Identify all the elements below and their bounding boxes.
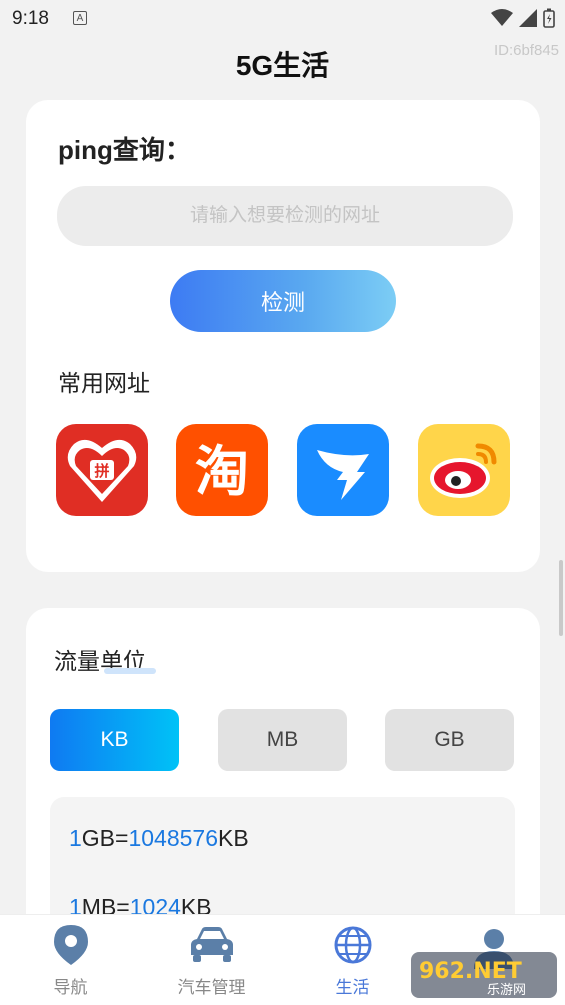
ping-title: ping查询： xyxy=(58,135,191,165)
svg-text:拼: 拼 xyxy=(94,462,109,480)
signal-icon xyxy=(519,9,537,27)
svg-text:淘: 淘 xyxy=(195,440,249,503)
conversion-row-gb: 1GB=1048576KB xyxy=(69,825,249,852)
nav-label: 生活 xyxy=(335,978,370,997)
globe-icon xyxy=(334,926,371,964)
traffic-card: 流量单位 KB MB GB 1GB=1048576KB 1MB=1024KB xyxy=(26,608,540,997)
nav-item-car-management[interactable]: 汽车管理 xyxy=(141,915,282,1005)
title-underline xyxy=(104,668,156,674)
pinduoduo-icon[interactable]: 拼 xyxy=(56,424,148,516)
common-sites-title: 常用网址 xyxy=(58,370,150,396)
battery-icon xyxy=(543,8,555,28)
dingtalk-icon[interactable] xyxy=(297,424,389,516)
car-icon xyxy=(190,927,233,962)
watermark-subtext: 乐游网 xyxy=(487,983,526,998)
watermark-text: 962.NET xyxy=(419,959,522,984)
user-id-label: ID:6bf845 xyxy=(493,42,559,59)
nav-item-life[interactable]: 生活 xyxy=(282,915,423,1005)
page-title: 5G生活 xyxy=(235,50,330,81)
url-input[interactable] xyxy=(57,186,513,246)
status-icons xyxy=(491,8,555,28)
notification-icon: A xyxy=(73,11,87,25)
scrollbar[interactable] xyxy=(559,560,563,636)
unit-mb-button[interactable]: MB xyxy=(218,709,347,771)
ping-card: ping查询： 检测 常用网址 拼 淘 xyxy=(26,100,540,572)
nav-item-navigation[interactable]: 导航 xyxy=(0,915,141,1005)
unit-gb-button[interactable]: GB xyxy=(385,709,514,771)
status-bar: 9:18 A xyxy=(0,0,565,36)
nav-label: 汽车管理 xyxy=(177,978,246,997)
wifi-icon xyxy=(491,9,513,26)
weibo-icon[interactable] xyxy=(418,424,510,516)
conversion-lhs-unit: GB= xyxy=(81,825,129,851)
conversion-rhs-number: 1048576 xyxy=(128,825,219,851)
unit-kb-button[interactable]: KB xyxy=(50,709,179,771)
status-time: 9:18 xyxy=(12,8,49,29)
conversion-lhs-number: 1 xyxy=(69,825,82,851)
nav-label: 导航 xyxy=(53,978,88,997)
detect-button[interactable]: 检测 xyxy=(170,270,396,332)
location-pin-icon xyxy=(53,925,88,965)
taobao-icon[interactable]: 淘 xyxy=(176,424,268,516)
common-sites-list: 拼 淘 xyxy=(56,424,510,518)
watermark-logo: 962.NET 乐游网 xyxy=(409,948,559,1000)
conversion-rhs-unit: KB xyxy=(218,825,249,851)
